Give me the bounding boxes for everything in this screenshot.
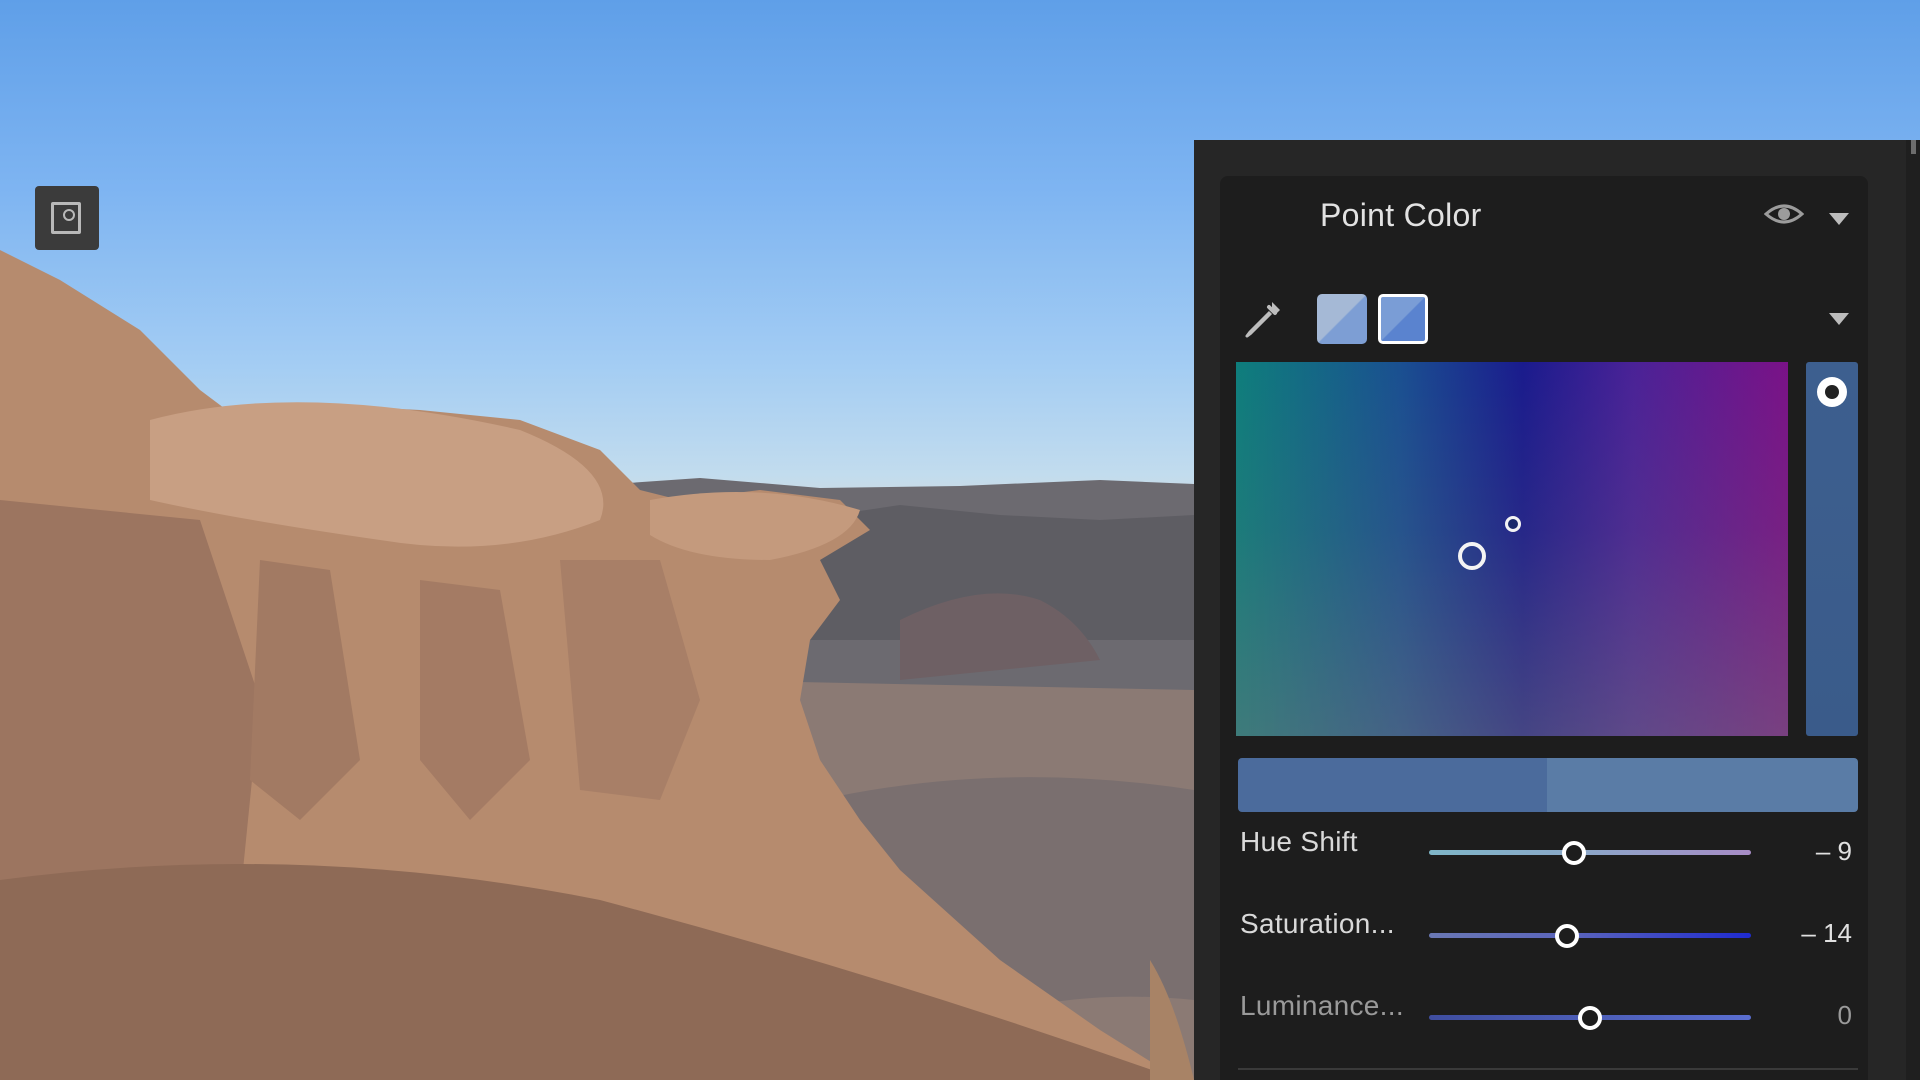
eye-icon[interactable] [1764,200,1804,228]
handle-center [1825,385,1839,399]
panel-scrollbar[interactable] [1906,140,1920,1080]
color-preview-bar [1238,758,1858,812]
saturation-track[interactable] [1429,933,1751,938]
scrollbar-thumb[interactable] [1911,140,1916,154]
preview-adjusted [1547,758,1858,812]
color-swatch-1[interactable] [1317,294,1367,344]
saturation-label: Saturation... [1240,908,1395,939]
section-divider [1238,1068,1858,1070]
luminance-range-handle[interactable] [1817,377,1847,407]
range-center-handle[interactable] [1505,516,1521,532]
hue-saturation-field[interactable] [1236,362,1788,736]
saturation-value[interactable]: – 14 [1776,918,1852,949]
target-dot [63,209,75,221]
hue-shift-thumb[interactable] [1561,841,1586,865]
chevron-down-icon[interactable] [1829,213,1849,225]
luminance-value[interactable]: 0 [1776,1000,1852,1031]
hue-shift-value[interactable]: – 9 [1776,836,1852,867]
eyedropper-icon[interactable] [1242,298,1284,340]
luminance-range-bar[interactable] [1806,362,1858,736]
luminance-label: Luminance... [1240,990,1404,1021]
color-swatch-2-selected[interactable] [1378,294,1428,344]
hue-shift-track[interactable] [1429,850,1751,855]
hue-shift-label: Hue Shift [1240,826,1358,857]
point-color-target-icon[interactable] [35,186,99,250]
selected-color-handle[interactable] [1458,542,1486,570]
preview-original [1238,758,1547,812]
luminance-thumb[interactable] [1578,1006,1602,1030]
swatch-menu-chevron-icon[interactable] [1829,313,1849,325]
section-title: Point Color [1320,197,1482,233]
